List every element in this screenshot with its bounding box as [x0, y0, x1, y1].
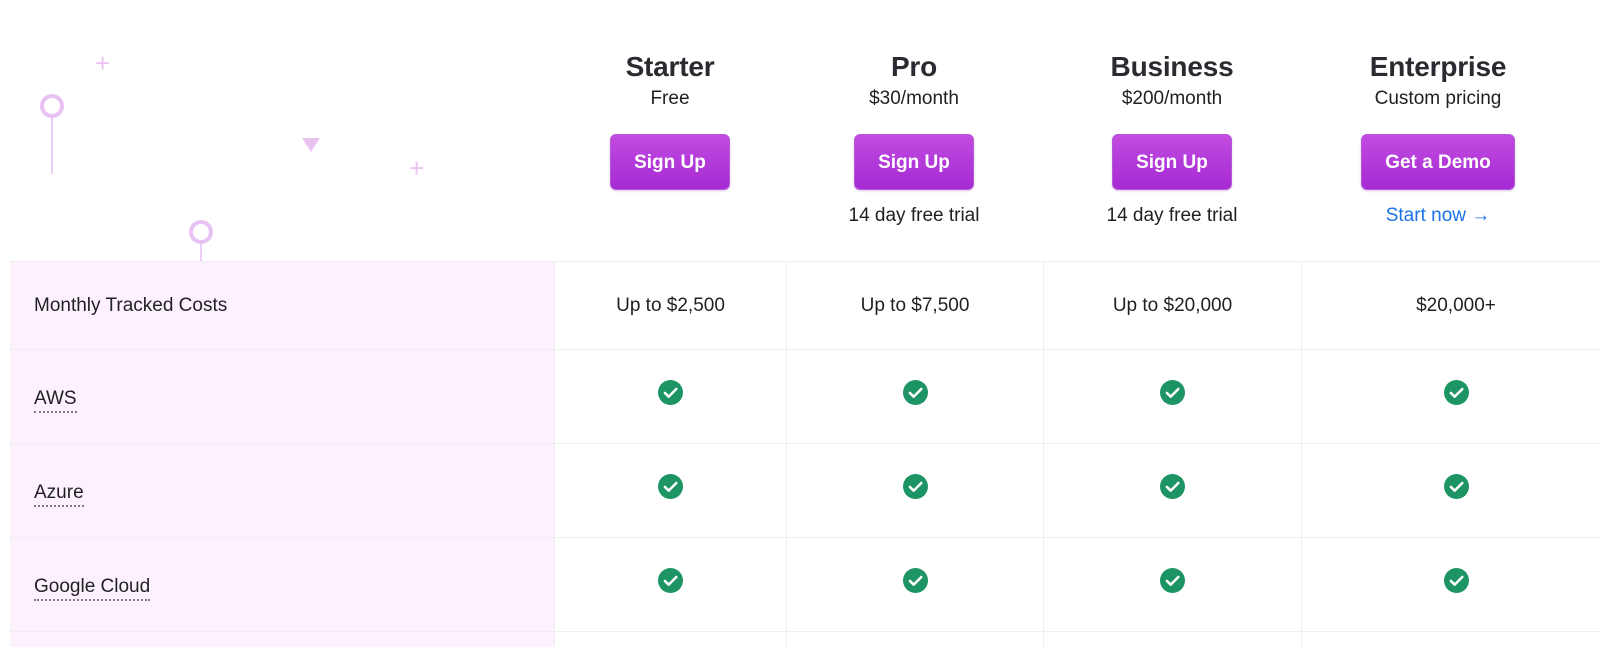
table-cell: [1302, 444, 1600, 537]
check-circle-icon: [902, 380, 928, 405]
row-label-tooltip-trigger[interactable]: AWS: [34, 388, 77, 413]
table-cell: [787, 444, 1044, 537]
check-circle-icon: [1443, 568, 1469, 593]
plan-name: Enterprise: [1369, 51, 1507, 82]
plus-decoration-icon: +: [95, 48, 111, 78]
row-label-tooltip-trigger[interactable]: Azure: [34, 482, 84, 507]
triangle-decoration-icon: [302, 138, 320, 152]
table-cell: [1302, 350, 1600, 443]
sign-up-button-pro[interactable]: Sign Up: [854, 134, 974, 190]
table-row-aws: AWS: [10, 349, 1600, 443]
table-cell: [555, 444, 787, 537]
plan-name: Pro: [890, 51, 938, 82]
plan-header-pro: Pro $30/month Sign Up 14 day free trial: [764, 50, 1064, 228]
table-cell: [787, 538, 1044, 631]
row-label: Monthly Tracked Costs: [10, 262, 555, 349]
table-cell: Up to $2,500: [555, 262, 787, 349]
check-circle-icon: [658, 380, 683, 405]
check-circle-icon: [902, 474, 928, 499]
table-row-azure: Azure: [10, 443, 1600, 537]
plan-header-enterprise: Enterprise Custom pricing Get a Demo Sta…: [1288, 50, 1588, 228]
plan-note: 14 day free trial: [848, 205, 980, 226]
row-label-tooltip-trigger[interactable]: Google Cloud: [34, 576, 151, 601]
table-cell: [1044, 444, 1302, 537]
sign-up-button-starter[interactable]: Sign Up: [610, 134, 730, 190]
table-cell: [787, 632, 1044, 647]
table-cell: Up to $20,000: [1044, 262, 1302, 349]
table-cell: [1044, 538, 1302, 631]
row-label: Azure: [10, 444, 555, 537]
ring-decoration-icon: [40, 94, 64, 118]
table-cell: [1302, 538, 1600, 631]
plan-price: $30/month: [869, 88, 959, 109]
table-row-google-cloud: Google Cloud: [10, 537, 1600, 631]
row-label: Google Cloud: [10, 538, 555, 631]
plan-price: Custom pricing: [1374, 88, 1502, 109]
table-cell: Up to $7,500: [787, 262, 1044, 349]
check-circle-icon: [658, 568, 683, 593]
table-row-monthly-tracked-costs: Monthly Tracked Costs Up to $2,500 Up to…: [10, 261, 1600, 349]
row-label: [10, 632, 555, 647]
plan-price: $200/month: [1121, 88, 1223, 109]
feature-comparison-table: Monthly Tracked Costs Up to $2,500 Up to…: [10, 261, 1600, 647]
start-now-link[interactable]: Start now →: [1386, 204, 1491, 228]
table-cell: [1044, 632, 1302, 647]
check-circle-icon: [1443, 474, 1469, 499]
decorative-background: + +: [0, 0, 560, 264]
table-cell: [555, 538, 787, 631]
table-cell: $20,000+: [1416, 294, 1496, 316]
get-a-demo-button[interactable]: Get a Demo: [1361, 134, 1515, 190]
row-label-text: Monthly Tracked Costs: [34, 294, 228, 316]
table-cell: [1044, 350, 1302, 443]
table-cell: [555, 632, 787, 647]
table-cell: [1302, 632, 1600, 647]
plus-decoration-icon: +: [409, 153, 425, 183]
check-circle-icon: [1160, 474, 1185, 499]
plan-header-business: Business $200/month Sign Up 14 day free …: [1022, 50, 1322, 228]
pricing-page: + + Starter Free Sign Up Pro $30/month S…: [0, 0, 1600, 647]
check-circle-icon: [1160, 380, 1185, 405]
table-cell: [555, 350, 787, 443]
table-row-next: [10, 631, 1600, 647]
sign-up-button-business[interactable]: Sign Up: [1112, 134, 1232, 190]
check-circle-icon: [1160, 568, 1185, 593]
check-circle-icon: [658, 474, 683, 499]
plan-name: Business: [1110, 51, 1234, 82]
ring-decoration-icon: [189, 220, 213, 244]
check-circle-icon: [1443, 380, 1469, 405]
check-circle-icon: [902, 568, 928, 593]
plan-note: 14 day free trial: [1106, 205, 1238, 226]
line-decoration: [51, 116, 53, 174]
table-cell: [787, 350, 1044, 443]
row-label: AWS: [10, 350, 555, 443]
